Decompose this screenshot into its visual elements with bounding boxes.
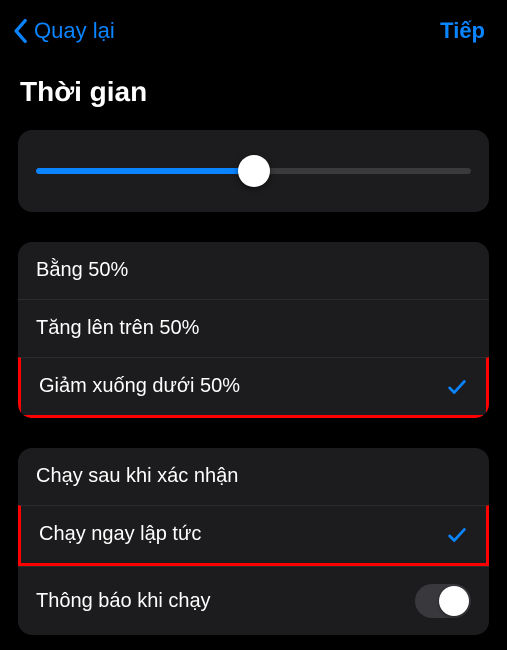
page-title: Thời gian (0, 58, 507, 130)
notify-label: Thông báo khi chạy (36, 590, 211, 613)
chevron-left-icon (12, 18, 28, 44)
back-label: Quay lại (34, 18, 115, 44)
option-label: Bằng 50% (36, 259, 128, 282)
slider-card (18, 130, 489, 212)
toggle-knob (439, 586, 469, 616)
slider-thumb[interactable] (238, 155, 270, 187)
checkmark-icon (446, 524, 468, 546)
run-label: Chạy sau khi xác nhận (36, 465, 238, 488)
notify-toggle[interactable] (415, 584, 471, 618)
run-after-confirm[interactable]: Chạy sau khi xác nhận (18, 448, 489, 505)
option-label: Tăng lên trên 50% (36, 317, 199, 340)
option-equals[interactable]: Bằng 50% (18, 242, 489, 299)
slider-fill (36, 168, 254, 174)
notify-row: Thông báo khi chạy (18, 566, 489, 635)
next-button[interactable]: Tiếp (440, 18, 485, 44)
time-slider[interactable] (36, 156, 471, 186)
run-immediately[interactable]: Chạy ngay lập tức (18, 505, 489, 566)
option-rises-above[interactable]: Tăng lên trên 50% (18, 299, 489, 357)
back-button[interactable]: Quay lại (12, 18, 115, 44)
run-group: Chạy sau khi xác nhận Chạy ngay lập tức … (18, 448, 489, 635)
checkmark-icon (446, 376, 468, 398)
run-label: Chạy ngay lập tức (39, 523, 201, 546)
condition-group: Bằng 50% Tăng lên trên 50% Giảm xuống dư… (18, 242, 489, 418)
option-label: Giảm xuống dưới 50% (39, 375, 240, 398)
option-falls-below[interactable]: Giảm xuống dưới 50% (18, 357, 489, 418)
